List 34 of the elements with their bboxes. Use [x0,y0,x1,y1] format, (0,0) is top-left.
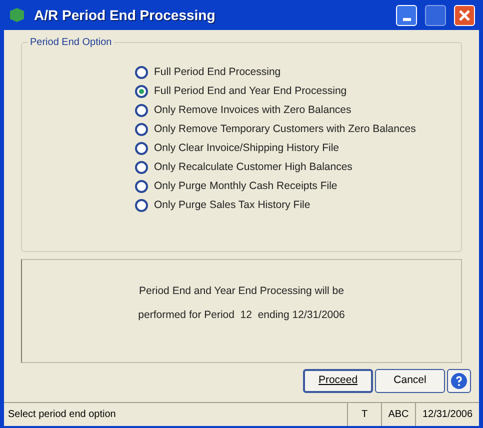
radio-button[interactable] [135,104,148,116]
status-field: 12/31/2006 [415,403,479,426]
help-icon [451,373,467,389]
dialog-button[interactable]: Cancel [375,369,445,393]
status-field: T [347,403,381,426]
radio-option[interactable]: Only Purge Sales Tax History File [135,198,461,212]
help-button[interactable] [447,369,471,393]
message-text: performed for Period 12 ending 12/31/2006 [138,308,345,323]
app-icon [8,7,26,23]
dialog-button[interactable]: Proceed [303,369,373,393]
maximize-button[interactable] [425,4,446,26]
radio-button[interactable] [135,180,148,192]
radio-button[interactable] [135,198,148,212]
radio-button[interactable] [135,66,148,78]
radio-button[interactable] [135,122,148,136]
status-field: ABC [381,403,415,426]
status-text: Select period end option [7,408,117,422]
minimize-button[interactable] [396,4,417,26]
radio-option[interactable]: Full Period End Processing [135,65,461,79]
radio-button[interactable] [135,84,148,98]
radio-option[interactable]: Only Clear Invoice/Shipping History File [135,141,461,155]
close-button[interactable] [454,4,475,26]
radio-option[interactable]: Only Remove Invoices with Zero Balances [135,103,461,117]
radio-option[interactable]: Full Period End and Year End Processing [135,84,461,98]
radio-button[interactable] [135,160,148,174]
window-title: A/R Period End Processing [34,6,216,25]
message-text: Period End and Year End Processing will be [139,284,344,299]
minimize-icon [402,18,410,20]
radio-option[interactable]: Only Recalculate Customer High Balances [135,160,461,174]
radio-option[interactable]: Only Remove Temporary Customers with Zero Balances [135,122,461,136]
group-title: Period End Option [28,35,114,50]
close-icon [459,10,470,20]
radio-button[interactable] [135,142,148,154]
radio-option[interactable]: Only Purge Monthly Cash Receipts File [135,179,461,193]
